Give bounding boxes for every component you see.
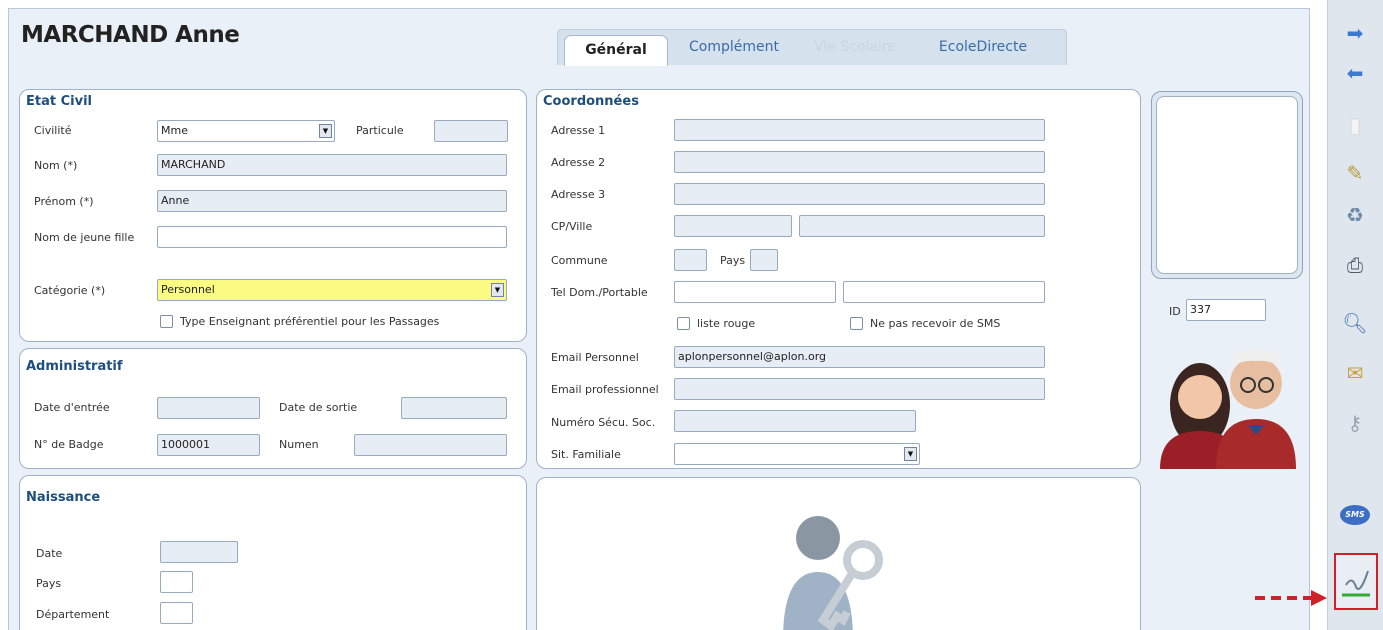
adresse3-field[interactable]	[674, 183, 1045, 205]
numen-field[interactable]	[354, 434, 507, 456]
prenom-label: Prénom (*)	[34, 195, 94, 208]
date-entree-label: Date d'entrée	[34, 401, 110, 414]
nom-jeune-fille-label: Nom de jeune fille	[34, 231, 135, 244]
coordonnees-panel: Coordonnées Adresse 1 Adresse 2 Adresse …	[536, 89, 1141, 469]
commune-field[interactable]	[674, 249, 707, 271]
type-enseignant-checkbox[interactable]	[160, 315, 173, 328]
email-pro-label: Email professionnel	[551, 383, 659, 396]
adresse2-label: Adresse 2	[551, 156, 606, 169]
date-sortie-field[interactable]	[401, 397, 507, 419]
new-document-icon[interactable]: ▮	[1340, 110, 1370, 140]
mail-icon[interactable]: ✉	[1340, 358, 1370, 388]
tel-portable-field[interactable]	[843, 281, 1045, 303]
secu-field[interactable]	[674, 410, 916, 432]
ville-field[interactable]	[799, 215, 1045, 237]
adresse3-label: Adresse 3	[551, 188, 606, 201]
main-content: MARCHAND Anne Général Complément Vie Sco…	[8, 8, 1310, 630]
badge-label: N° de Badge	[34, 438, 104, 451]
naissance-pays-field[interactable]	[160, 571, 193, 593]
date-sortie-label: Date de sortie	[279, 401, 358, 414]
red-arrow-indicator	[1255, 590, 1327, 606]
secu-label: Numéro Sécu. Soc.	[551, 416, 656, 429]
print-icon[interactable]: ⎙	[1340, 250, 1370, 280]
coordonnees-title: Coordonnées	[543, 94, 639, 109]
chevron-down-icon[interactable]: ▼	[319, 124, 332, 138]
sms-icon[interactable]: SMS	[1340, 500, 1370, 530]
email-perso-label: Email Personnel	[551, 351, 639, 364]
no-sms-label: Ne pas recevoir de SMS	[870, 317, 1001, 330]
particule-label: Particule	[356, 124, 404, 137]
administratif-title: Administratif	[26, 359, 123, 374]
forward-arrow-icon[interactable]: ➡	[1340, 18, 1370, 48]
signature-button[interactable]	[1334, 553, 1378, 610]
etat-civil-panel: Etat Civil Civilité Mme ▼ Particule Nom …	[19, 89, 527, 342]
photo-placeholder[interactable]	[1156, 96, 1298, 274]
civilite-value: Mme	[161, 124, 188, 137]
page-title: MARCHAND Anne	[21, 22, 240, 48]
cp-field[interactable]	[674, 215, 792, 237]
search-magnifier-icon[interactable]: 🔍︎	[1340, 308, 1370, 338]
naissance-departement-field[interactable]	[160, 602, 193, 624]
tab-complement[interactable]: Complément	[676, 32, 792, 62]
prenom-field[interactable]: Anne	[157, 190, 507, 212]
liste-rouge-label: liste rouge	[697, 317, 756, 330]
tel-dom-field[interactable]	[674, 281, 836, 303]
cp-ville-label: CP/Ville	[551, 220, 593, 233]
people-avatar-icon	[1160, 348, 1296, 469]
liste-rouge-checkbox[interactable]	[677, 317, 690, 330]
type-enseignant-label: Type Enseignant préférentiel pour les Pa…	[180, 315, 440, 328]
sit-familiale-label: Sit. Familiale	[551, 448, 621, 461]
edit-pen-icon[interactable]: ✎	[1340, 158, 1370, 188]
commune-label: Commune	[551, 254, 608, 267]
key-user-icon[interactable]: ⚷	[1340, 408, 1370, 438]
badge-field[interactable]: 1000001	[157, 434, 260, 456]
categorie-value: Personnel	[161, 283, 215, 296]
signature-icon	[1342, 570, 1370, 597]
civilite-label: Civilité	[34, 124, 72, 137]
naissance-panel: Naissance Date Pays Département	[19, 475, 527, 630]
chevron-down-icon[interactable]: ▼	[904, 447, 917, 461]
administratif-panel: Administratif Date d'entrée Date de sort…	[19, 348, 527, 469]
tab-vie-scolaire: Vie Scolaire	[814, 39, 896, 55]
adresse1-label: Adresse 1	[551, 124, 606, 137]
naissance-departement-label: Département	[36, 608, 110, 621]
user-key-icon	[783, 516, 883, 630]
sit-familiale-select[interactable]: ▼	[674, 443, 920, 465]
id-label: ID	[1169, 305, 1181, 318]
naissance-title: Naissance	[26, 490, 101, 505]
email-pro-field[interactable]	[674, 378, 1045, 400]
nom-field[interactable]: MARCHAND	[157, 154, 507, 176]
adresse2-field[interactable]	[674, 151, 1045, 173]
nom-jeune-fille-field[interactable]	[157, 226, 507, 248]
tab-ecoledirecte[interactable]: EcoleDirecte	[918, 32, 1048, 62]
back-arrow-icon[interactable]: ⬅	[1340, 58, 1370, 88]
right-toolbar: ➡ ⬅ ▮ ✎ ♻ ⎙ 🔍︎ ✉ ⚷ SMS	[1327, 0, 1383, 630]
id-field: 337	[1186, 299, 1266, 321]
adresse1-field[interactable]	[674, 119, 1045, 141]
photo-panel	[1151, 91, 1303, 279]
categorie-select[interactable]: Personnel ▼	[157, 279, 507, 301]
etat-civil-title: Etat Civil	[26, 94, 92, 109]
pays-label: Pays	[720, 254, 746, 267]
access-panel	[536, 477, 1141, 630]
no-sms-checkbox[interactable]	[850, 317, 863, 330]
date-entree-field[interactable]	[157, 397, 260, 419]
tel-label: Tel Dom./Portable	[551, 286, 648, 299]
email-perso-field[interactable]: aplonpersonnel@aplon.org	[674, 346, 1045, 368]
naissance-date-field[interactable]	[160, 541, 238, 563]
categorie-label: Catégorie (*)	[34, 284, 106, 297]
civilite-select[interactable]: Mme ▼	[157, 120, 335, 142]
tab-bar: Général Complément Vie Scolaire EcoleDir…	[557, 29, 1067, 66]
chevron-down-icon[interactable]: ▼	[491, 283, 504, 297]
pays-field[interactable]	[750, 249, 778, 271]
particule-field[interactable]	[434, 120, 508, 142]
nom-label: Nom (*)	[34, 159, 78, 172]
tab-general[interactable]: Général	[564, 35, 668, 66]
numen-label: Numen	[279, 438, 319, 451]
naissance-date-label: Date	[36, 547, 63, 560]
sms-label: SMS	[1340, 505, 1370, 525]
naissance-pays-label: Pays	[36, 577, 62, 590]
recycle-bin-icon[interactable]: ♻	[1340, 200, 1370, 230]
